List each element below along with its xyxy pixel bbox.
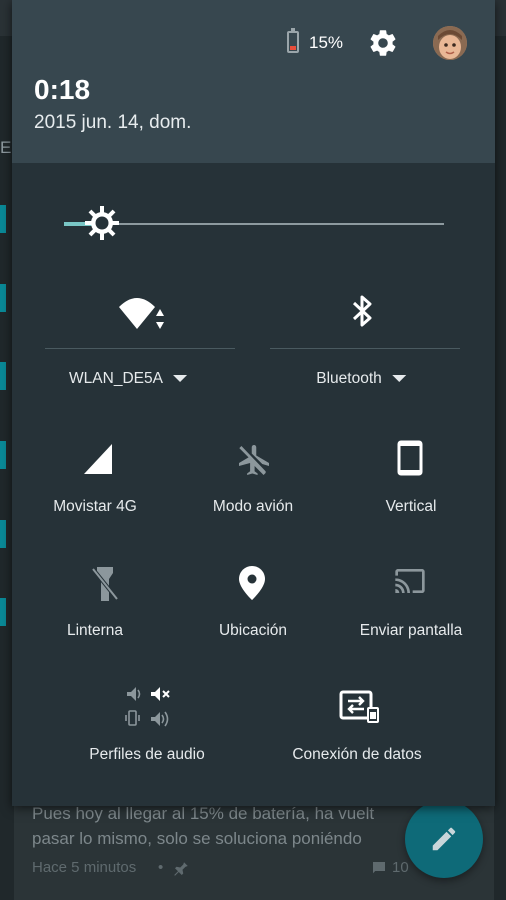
- user-avatar[interactable]: [433, 26, 467, 60]
- battery-level-fill: [290, 46, 296, 50]
- background-post-text: Pues hoy al llegar al 15% de batería, ha…: [32, 804, 375, 823]
- location-pin-icon: [239, 566, 265, 600]
- data-connection-label: Conexión de datos: [292, 746, 422, 763]
- pin-icon: [174, 862, 188, 876]
- background-post-text: pasar lo mismo, solo se soluciona ponién…: [32, 829, 362, 848]
- wifi-divider: [45, 348, 235, 349]
- phone-portrait-icon: [397, 440, 423, 476]
- battery-percent: 15%: [309, 33, 344, 52]
- quick-settings-panel: 15% 0:18 2015 jun. 14, dom. WLAN_DE5A Bl…: [12, 0, 495, 806]
- edit-icon: [432, 827, 456, 851]
- cast-label: Enviar pantalla: [359, 622, 463, 639]
- airplane-mode-label: Modo avión: [212, 498, 294, 515]
- background-post-dot: •: [158, 859, 164, 876]
- rotation-label: Vertical: [385, 498, 437, 515]
- tile-bluetooth[interactable]: [270, 290, 460, 350]
- wifi-tile-label[interactable]: WLAN_DE5A: [69, 370, 187, 388]
- flashlight-label: Linterna: [66, 622, 124, 639]
- audio-profiles-label: Perfiles de audio: [89, 746, 205, 763]
- background-list-accent: [0, 598, 6, 626]
- background-list-accent: [0, 520, 6, 548]
- background-list-accent: [0, 362, 6, 390]
- audio-profiles-icon: [125, 687, 170, 727]
- clock-date[interactable]: 2015 jun. 14, dom.: [34, 112, 191, 134]
- cellular-label: Movistar 4G: [53, 498, 137, 515]
- compose-button[interactable]: [405, 800, 483, 878]
- flashlight-off-icon: [91, 567, 119, 601]
- comment-icon: [373, 862, 385, 874]
- wifi-chevron-down-icon: [172, 375, 187, 383]
- avatar-face-icon: [433, 26, 467, 60]
- data-connection-icon: [339, 690, 379, 723]
- background-list-accent: [0, 441, 6, 469]
- settings-gear-icon[interactable]: [367, 27, 399, 59]
- wifi-icon: [119, 298, 164, 329]
- background-list-accent: [0, 205, 6, 233]
- wifi-label-text: WLAN_DE5A: [69, 370, 163, 387]
- airplane-mode-off-icon: [239, 445, 269, 475]
- bluetooth-icon: [352, 295, 372, 327]
- clock-time: 0:18: [34, 74, 91, 105]
- background-post-time: Hace 5 minutos: [32, 859, 137, 876]
- brightness-icon[interactable]: [84, 205, 120, 241]
- background-list-accent: [0, 284, 6, 312]
- bluetooth-label-text: Bluetooth: [316, 370, 382, 387]
- background-post-count: 10: [392, 859, 409, 876]
- brightness-slider-track[interactable]: [64, 223, 444, 225]
- cast-icon: [395, 569, 425, 593]
- status-header: 15% 0:18 2015 jun. 14, dom.: [12, 0, 495, 163]
- location-label: Ubicación: [218, 622, 288, 639]
- bluetooth-chevron-down-icon: [391, 375, 406, 383]
- bluetooth-tile-label[interactable]: Bluetooth: [316, 370, 406, 388]
- bluetooth-divider: [270, 348, 460, 349]
- cell-signal-icon: [84, 444, 112, 474]
- battery-icon: [287, 28, 299, 53]
